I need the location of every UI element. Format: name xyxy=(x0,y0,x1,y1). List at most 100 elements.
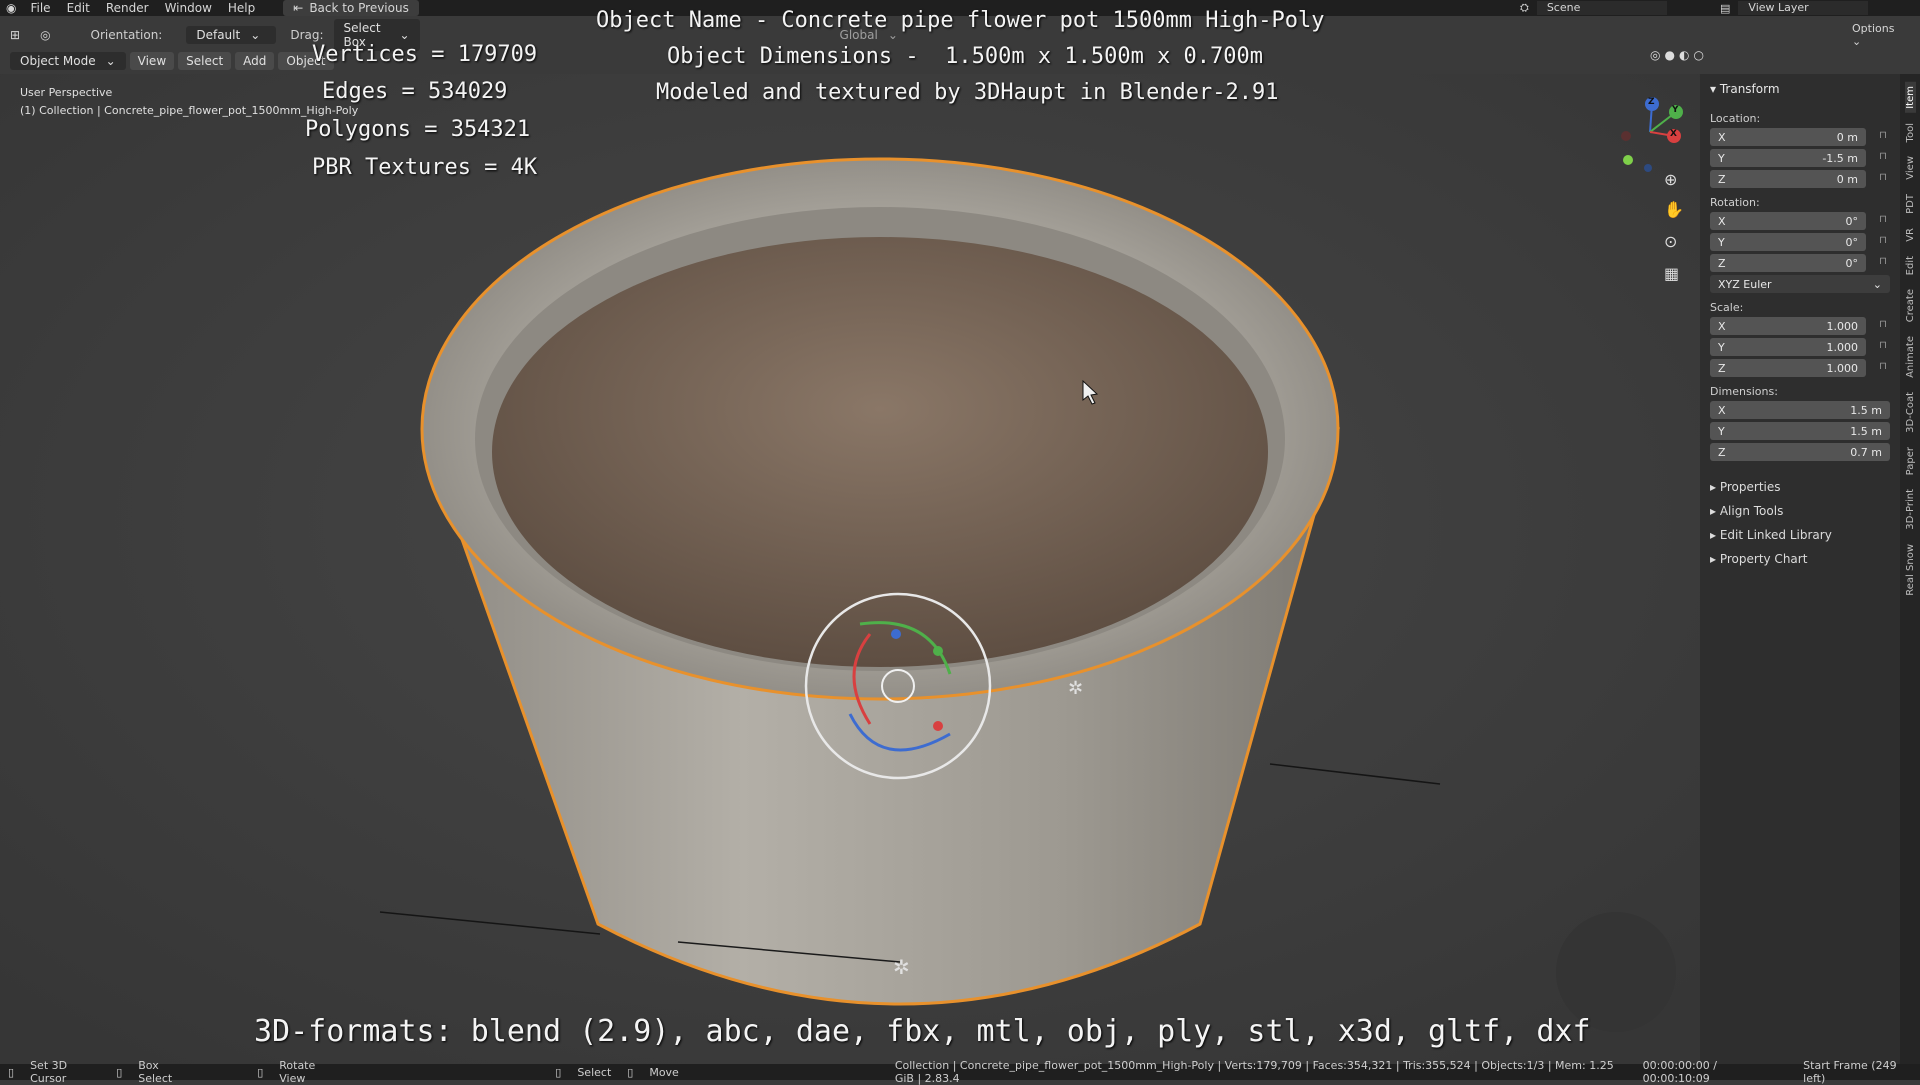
lock-icon[interactable]: ⊓ xyxy=(1876,151,1890,165)
scene-selector[interactable]: ⛭ Scene xyxy=(1520,0,1667,16)
edit-linked-library-panel-header[interactable]: ▸ Edit Linked Library xyxy=(1700,523,1900,547)
add-menu[interactable]: Add xyxy=(235,52,275,70)
3d-viewport[interactable]: ✲ ✲ User Perspective (1) Collection | Co… xyxy=(0,8,1704,1064)
scene-field[interactable]: Scene xyxy=(1536,1,1667,15)
grid-view-icon[interactable]: ▦ xyxy=(1664,264,1679,283)
tab-vr[interactable]: VR xyxy=(1905,224,1916,246)
menu-file[interactable]: File xyxy=(22,1,58,15)
sidebar-tabs: Item Tool View PDT VR Edit Create Animat… xyxy=(1900,74,1920,1064)
view-menu[interactable]: View xyxy=(129,52,175,70)
scene-icon: ⛭ xyxy=(1520,1,1529,14)
menu-render[interactable]: Render xyxy=(98,1,157,15)
transform-title: Transform xyxy=(1719,82,1780,96)
tab-item[interactable]: Item xyxy=(1904,82,1916,113)
dimensions-z-field[interactable]: Z 0.7 m xyxy=(1710,443,1890,461)
collection-label: (1) Collection | Concrete_pipe_flower_po… xyxy=(20,104,359,117)
chevron-down-icon: ⌄ xyxy=(399,28,410,42)
dimensions-y-field[interactable]: Y 1.5 m xyxy=(1710,422,1890,440)
tab-3d-coat[interactable]: 3D-Coat xyxy=(1905,388,1916,437)
chevron-down-icon: ⌄ xyxy=(250,28,261,42)
scale-x-field[interactable]: X 1.000 xyxy=(1710,317,1866,335)
object-name: Object Name - Concrete pipe flower pot 1… xyxy=(596,8,1325,33)
gizmo-x-handle[interactable] xyxy=(933,721,943,731)
tab-tool[interactable]: Tool xyxy=(1905,119,1916,146)
select-tool-icon[interactable]: ◎ xyxy=(30,28,60,42)
tab-create[interactable]: Create xyxy=(1905,285,1916,326)
view-layer-selector[interactable]: ▤ View Layer xyxy=(1720,0,1869,16)
object-mode-value: Object Mode xyxy=(20,54,96,68)
scale-y-field[interactable]: Y 1.000 xyxy=(1710,338,1866,356)
status-rotate-view: Rotate View xyxy=(279,1059,316,1085)
rotation-z-field[interactable]: Z 0° xyxy=(1710,254,1866,272)
solid-icon[interactable]: ● xyxy=(1664,48,1674,62)
3d-cursor-icon[interactable]: ✲ xyxy=(893,955,910,979)
options-dropdown[interactable]: Options ⌄ xyxy=(1852,22,1894,48)
status-stats: Collection | Concrete_pipe_flower_pot_15… xyxy=(894,1059,1614,1085)
pan-hand-icon[interactable]: ✋ xyxy=(1664,200,1684,219)
gizmo-x-label: X xyxy=(1670,129,1677,139)
select-menu[interactable]: Select xyxy=(178,52,232,70)
tab-3d-print[interactable]: 3D-Print xyxy=(1905,485,1916,534)
lock-icon[interactable]: ⊓ xyxy=(1876,361,1890,375)
location-x-field[interactable]: X0 m xyxy=(1710,128,1866,146)
rotation-mode-dropdown[interactable]: XYZ Euler ⌄ xyxy=(1710,275,1890,293)
rotation-x-field[interactable]: X 0° xyxy=(1710,212,1866,230)
location-z-field[interactable]: Z0 m xyxy=(1710,170,1866,188)
lock-icon[interactable]: ⊓ xyxy=(1876,235,1890,249)
scene-render[interactable]: ✲ ✲ xyxy=(0,74,1700,1064)
lock-icon[interactable]: ⊓ xyxy=(1876,340,1890,354)
lock-icon[interactable]: ⊓ xyxy=(1876,172,1890,186)
property-chart-panel-header[interactable]: ▸ Property Chart xyxy=(1700,547,1900,571)
dimensions-label: Dimensions: xyxy=(1710,385,1778,398)
location-y-field[interactable]: Y -1.5 m xyxy=(1710,149,1866,167)
status-box-select: Box Select xyxy=(138,1059,173,1085)
tab-animate[interactable]: Animate xyxy=(1905,332,1916,382)
rendered-icon[interactable]: ○ xyxy=(1693,48,1703,62)
lock-icon[interactable]: ⊓ xyxy=(1876,256,1890,270)
chevron-down-icon: ⌄ xyxy=(105,54,116,68)
view-layer-field[interactable]: View Layer xyxy=(1738,1,1869,15)
orientation-dropdown[interactable]: Default ⌄ xyxy=(186,26,277,44)
transform-panel-header[interactable]: ▾ Transform xyxy=(1700,74,1900,104)
tab-pdt[interactable]: PDT xyxy=(1905,190,1916,218)
tab-paper[interactable]: Paper xyxy=(1905,443,1916,479)
tab-edit[interactable]: Edit xyxy=(1905,252,1916,279)
object-dimensions: Object Dimensions - 1.500m x 1.500m x 0.… xyxy=(667,44,1264,69)
shading-buttons[interactable]: ◎ ● ◐ ○ xyxy=(1650,48,1704,62)
menu-help[interactable]: Help xyxy=(220,1,263,15)
material-icon[interactable]: ◐ xyxy=(1679,48,1689,62)
gizmo-z-label: Z xyxy=(1648,97,1655,107)
status-select: Select xyxy=(577,1065,612,1079)
editor-type-icon[interactable]: ⊞ xyxy=(0,28,30,42)
menu-window[interactable]: Window xyxy=(157,1,220,15)
edges-count: Edges = 534029 xyxy=(322,79,508,104)
align-tools-panel-header[interactable]: ▸ Align Tools xyxy=(1700,499,1900,523)
mouse-middle-icon: ▯ xyxy=(257,1065,264,1079)
formats-text: 3D-formats: blend (2.9), abc, dae, fbx, … xyxy=(254,1014,1591,1049)
navigation-gizmo[interactable]: Z Y X xyxy=(1610,92,1690,172)
properties-panel-header[interactable]: ▸ Properties xyxy=(1700,475,1900,499)
light-icon[interactable]: ✲ xyxy=(1068,678,1083,699)
gizmo-y-handle[interactable] xyxy=(933,646,943,656)
dimensions-x-field[interactable]: X 1.5 m xyxy=(1710,401,1890,419)
status-start-frame: Start Frame (249 left) xyxy=(1803,1059,1897,1085)
gizmo-z-handle[interactable] xyxy=(891,629,901,639)
lock-icon[interactable]: ⊓ xyxy=(1876,319,1890,333)
tab-real-snow[interactable]: Real Snow xyxy=(1905,540,1916,600)
zoom-icon[interactable]: ⊕ xyxy=(1664,170,1677,189)
lock-icon[interactable]: ⊓ xyxy=(1876,130,1890,144)
rotation-y-field[interactable]: Y 0° xyxy=(1710,233,1866,251)
scale-z-field[interactable]: Z 1.000 xyxy=(1710,359,1866,377)
gizmo-y-label: Y xyxy=(1672,105,1679,115)
polygons-count: Polygons = 354321 xyxy=(305,117,531,142)
properties-sidebar: ▾ Transform Location: X0 m ⊓ Y -1.5 m ⊓ Z0 … xyxy=(1700,74,1900,1064)
back-to-previous-button[interactable]: ⇤ Back to Previous xyxy=(283,0,419,16)
scale-label: Scale: xyxy=(1710,301,1744,314)
camera-icon[interactable]: ⊙ xyxy=(1664,232,1677,251)
wireframe-icon[interactable]: ◎ xyxy=(1650,48,1660,62)
object-mode-dropdown[interactable]: Object Mode ⌄ xyxy=(10,52,126,70)
blender-logo-icon[interactable]: ◉ xyxy=(0,1,22,15)
lock-icon[interactable]: ⊓ xyxy=(1876,214,1890,228)
tab-view[interactable]: View xyxy=(1905,152,1916,184)
menu-edit[interactable]: Edit xyxy=(59,1,98,15)
